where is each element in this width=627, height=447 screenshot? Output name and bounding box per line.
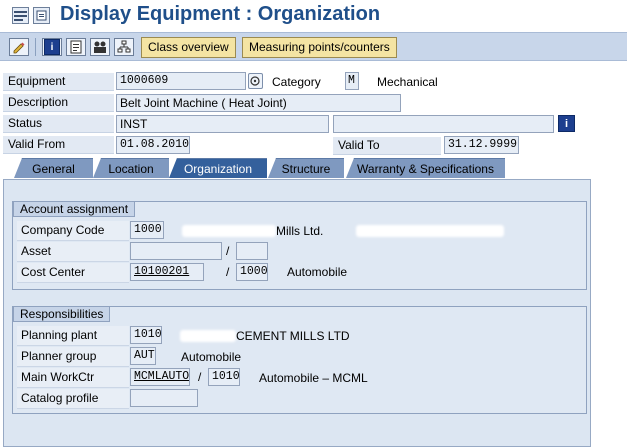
asset-label: Asset: [17, 242, 129, 262]
company-code-field[interactable]: 1000: [130, 221, 164, 239]
category-field[interactable]: M: [345, 72, 359, 90]
description-field[interactable]: Belt Joint Machine ( Heat Joint): [116, 94, 401, 112]
structure-button[interactable]: [114, 38, 134, 56]
measuring-points-button[interactable]: Measuring points/counters: [242, 37, 397, 58]
info-icon: i: [44, 39, 60, 55]
tab-warranty-specifications[interactable]: Warranty & Specifications: [346, 158, 505, 178]
asset-slash: /: [226, 244, 230, 258]
info-button[interactable]: i: [42, 38, 62, 56]
status-info-button[interactable]: i: [558, 115, 575, 132]
planning-plant-text: CEMENT MILLS LTD: [236, 329, 350, 343]
redacted-company-address: [356, 225, 504, 237]
redacted-plant-name: [180, 330, 236, 342]
status-label: Status: [3, 115, 114, 133]
equipment-field[interactable]: 1000609: [116, 72, 246, 90]
planning-plant-field[interactable]: 1010: [130, 326, 162, 344]
valid-to-field[interactable]: 31.12.9999: [444, 136, 519, 154]
partner-button[interactable]: [90, 38, 110, 56]
main-workctr-plant-field[interactable]: 1010: [208, 368, 240, 386]
company-code-label: Company Code: [17, 221, 129, 241]
cost-center-slash: /: [226, 265, 230, 279]
description-label: Description: [3, 94, 114, 112]
cost-center-text: Automobile: [287, 265, 348, 279]
valid-from-label: Valid From: [3, 136, 114, 154]
valid-to-label: Valid To: [333, 137, 441, 155]
document-icon: [70, 40, 82, 54]
tab-structure[interactable]: Structure: [268, 158, 344, 178]
equipment-header: Equipment 1000609 Category M Mechanical …: [0, 62, 627, 156]
redacted-company-name: [182, 225, 276, 237]
main-workctr-text: Automobile – MCML: [259, 371, 368, 385]
planner-group-label: Planner group: [17, 347, 129, 367]
user-status-field[interactable]: [333, 115, 554, 133]
main-workctr-label: Main WorkCtr: [17, 368, 129, 388]
planner-group-field[interactable]: AUT: [130, 347, 156, 365]
hierarchy-icon: [117, 40, 131, 53]
cost-center-field[interactable]: 10100201: [130, 263, 204, 281]
tab-general[interactable]: General: [14, 158, 93, 178]
equipment-label: Equipment: [3, 73, 114, 91]
category-label: Category: [272, 75, 321, 89]
class-overview-button[interactable]: Class overview: [141, 37, 236, 58]
document-button[interactable]: [66, 38, 86, 56]
main-workctr-slash: /: [198, 370, 202, 384]
application-toolbar: i Class overview Measuring points/counte…: [0, 32, 627, 61]
toolbar-separator: [35, 38, 36, 56]
search-help-icon: [250, 76, 260, 86]
page-title: Display Equipment : Organization: [60, 3, 381, 25]
category-text: Mechanical: [377, 75, 438, 89]
equipment-search-button[interactable]: [248, 73, 263, 89]
planning-plant-label: Planning plant: [17, 326, 129, 346]
title-bar: Display Equipment : Organization: [0, 0, 627, 32]
display-change-button[interactable]: [9, 38, 29, 56]
valid-from-field[interactable]: 01.08.2010: [116, 136, 190, 154]
controlling-area-field[interactable]: 1000: [236, 263, 268, 281]
planner-group-text: Automobile: [181, 350, 242, 364]
account-assignment-title: Account assignment: [13, 201, 136, 217]
pencil-glasses-icon: [13, 42, 25, 54]
organization-tab-content: Account assignment Company Code 1000 Mil…: [3, 179, 591, 447]
tab-location[interactable]: Location: [93, 158, 169, 178]
tab-organization[interactable]: Organization: [169, 158, 267, 178]
main-workctr-field[interactable]: MCMLAUTO: [130, 368, 190, 386]
system-status-field[interactable]: INST: [116, 115, 329, 133]
catalog-profile-field[interactable]: [130, 389, 198, 407]
window-options-icon[interactable]: [33, 7, 50, 24]
cost-center-label: Cost Center: [17, 263, 129, 283]
asset-subnumber-field[interactable]: [236, 242, 268, 260]
info-icon: i: [564, 117, 569, 130]
catalog-profile-label: Catalog profile: [17, 389, 129, 409]
company-name-text: Mills Ltd.: [276, 224, 324, 238]
responsibilities-title: Responsibilities: [13, 306, 111, 322]
people-icon: [94, 41, 106, 53]
asset-field[interactable]: [130, 242, 222, 260]
menu-icon[interactable]: [12, 7, 29, 24]
